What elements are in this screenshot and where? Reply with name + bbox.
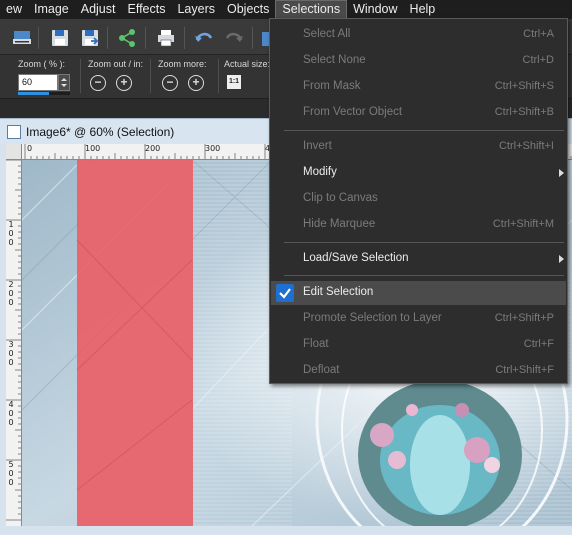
menu-item-label: Select None	[303, 54, 366, 66]
menu-item-from-mask[interactable]: From Mask Ctrl+Shift+S	[271, 75, 566, 99]
submenu-arrow-icon	[559, 255, 564, 263]
redo-icon[interactable]	[224, 28, 244, 48]
toolbar-separator	[184, 27, 185, 49]
save-icon[interactable]	[50, 28, 70, 48]
ruler-label: 5 0 0	[8, 460, 14, 487]
menu-item-label: Edit Selection	[303, 286, 374, 298]
menu-item-shortcut: Ctrl+Shift+B	[494, 106, 554, 118]
ruler-label: 100	[85, 144, 101, 153]
menu-item-shortcut: Ctrl+A	[523, 28, 554, 40]
options-separator	[80, 59, 81, 93]
menu-separator	[284, 130, 564, 131]
menu-item-label: Clip to Canvas	[303, 192, 378, 204]
zoom-more-out-button[interactable]: −	[162, 75, 178, 91]
menu-item-select-none[interactable]: Select None Ctrl+D	[271, 49, 566, 73]
menu-separator	[284, 242, 564, 243]
menu-selections[interactable]: Selections	[275, 0, 348, 19]
ruler-label: 200	[145, 144, 161, 153]
menu-effects[interactable]: Effects	[121, 0, 171, 19]
menu-item-label: Float	[303, 338, 329, 350]
ruler-label: 1 0 0	[8, 220, 14, 247]
zoom-more-label: Zoom more:	[158, 59, 207, 69]
zoom-level-fill	[18, 92, 50, 95]
menu-item-invert[interactable]: Invert Ctrl+Shift+I	[271, 135, 566, 159]
menu-item-clip-to-canvas[interactable]: Clip to Canvas	[271, 187, 566, 211]
ruler-label: 4 0 0	[8, 400, 14, 427]
toolbar-separator	[145, 27, 146, 49]
zoom-spinner[interactable]	[58, 74, 70, 91]
save-as-icon[interactable]	[80, 28, 100, 48]
print-icon[interactable]	[156, 28, 176, 48]
menu-item-label: From Mask	[303, 80, 361, 92]
toolbar-separator	[252, 27, 253, 49]
zoom-out-button[interactable]: −	[90, 75, 106, 91]
options-separator	[218, 59, 219, 93]
menu-item-label: Select All	[303, 28, 351, 40]
ruler-label: 0	[27, 144, 33, 153]
menubar: ew Image Adjust Effects Layers Objects S…	[0, 0, 572, 19]
menu-item-shortcut: Ctrl+Shift+I	[498, 140, 554, 152]
menu-item-float[interactable]: Float Ctrl+F	[271, 333, 566, 357]
document-title: Image6* @ 60% (Selection)	[26, 125, 175, 139]
menu-item-label: Modify	[303, 166, 337, 178]
menu-item-modify[interactable]: Modify	[271, 161, 566, 185]
actual-size-label: Actual size:	[224, 59, 271, 69]
menu-item-label: Invert	[303, 140, 332, 152]
selections-menu: Select All Ctrl+A Select None Ctrl+D Fro…	[269, 18, 568, 384]
zoom-label: Zoom ( % ):	[18, 59, 66, 69]
undo-icon[interactable]	[194, 28, 214, 48]
menu-item-label: Defloat	[303, 364, 340, 376]
zoom-input[interactable]: 60	[18, 74, 58, 91]
menu-item-load-save-selection[interactable]: Load/Save Selection	[271, 247, 566, 271]
zoom-out-in-label: Zoom out / in:	[88, 59, 144, 69]
menu-item-label: Promote Selection to Layer	[303, 312, 442, 324]
menu-item-select-all[interactable]: Select All Ctrl+A	[271, 23, 566, 47]
menu-item-defloat[interactable]: Defloat Ctrl+Shift+F	[271, 359, 566, 383]
menu-item-edit-selection[interactable]: Edit Selection	[271, 281, 566, 305]
menu-item-shortcut: Ctrl+Shift+P	[494, 312, 554, 324]
actual-size-button[interactable]: 1:1	[227, 75, 241, 89]
menu-item-label: Hide Marquee	[303, 218, 376, 230]
share-icon[interactable]	[117, 28, 137, 48]
toolbar-separator	[38, 27, 39, 49]
menu-adjust[interactable]: Adjust	[75, 0, 122, 19]
zoom-level-bar	[18, 92, 70, 95]
menu-item-shortcut: Ctrl+Shift+F	[495, 364, 554, 376]
menu-objects[interactable]: Objects	[221, 0, 275, 19]
spinner-arrows-icon	[61, 78, 67, 87]
image-document-icon	[7, 125, 21, 139]
submenu-arrow-icon	[559, 169, 564, 177]
menu-separator	[284, 275, 564, 276]
ruler-label: 300	[205, 144, 221, 153]
zoom-more-in-button[interactable]: +	[188, 75, 204, 91]
menu-item-label: Load/Save Selection	[303, 252, 409, 264]
toolbar-separator	[107, 27, 108, 49]
menu-item-shortcut: Ctrl+D	[522, 54, 554, 66]
menu-help[interactable]: Help	[404, 0, 442, 19]
menu-item-shortcut: Ctrl+Shift+M	[492, 218, 554, 230]
ruler-corner	[6, 144, 22, 160]
scanner-icon[interactable]	[12, 28, 32, 48]
options-separator	[150, 59, 151, 93]
menu-item-hide-marquee[interactable]: Hide Marquee Ctrl+Shift+M	[271, 213, 566, 237]
vertical-ruler[interactable]: 1 0 0 2 0 0 3 0 0 4 0 0 5 0 0	[6, 160, 22, 526]
menu-item-shortcut: Ctrl+Shift+S	[494, 80, 554, 92]
menu-window[interactable]: Window	[347, 0, 403, 19]
ruler-label: 3 0 0	[8, 340, 14, 367]
menu-layers[interactable]: Layers	[171, 0, 221, 19]
menu-item-promote-selection-to-layer[interactable]: Promote Selection to Layer Ctrl+Shift+P	[271, 307, 566, 331]
menu-view[interactable]: ew	[0, 0, 28, 19]
checkmark-icon	[276, 284, 294, 302]
menu-item-from-vector-object[interactable]: From Vector Object Ctrl+Shift+B	[271, 101, 566, 125]
zoom-in-button[interactable]: +	[116, 75, 132, 91]
menu-item-shortcut: Ctrl+F	[523, 338, 554, 350]
menu-image[interactable]: Image	[28, 0, 75, 19]
menu-item-label: From Vector Object	[303, 106, 403, 118]
ruler-label: 2 0 0	[8, 280, 14, 307]
